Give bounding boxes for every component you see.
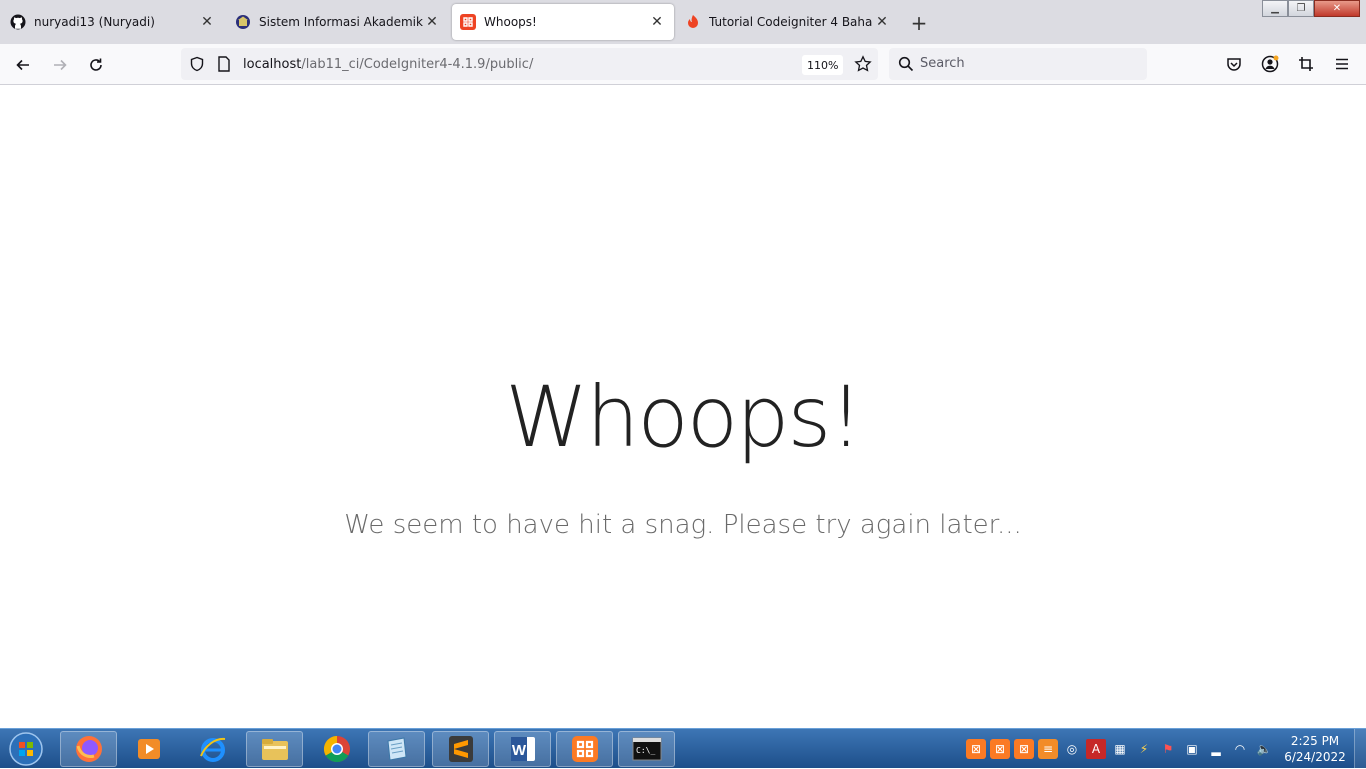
tab-tutorial[interactable]: Tutorial Codeigniter 4 Bahasa In ✕	[677, 4, 899, 40]
xampp-icon	[571, 736, 598, 762]
notepad-icon	[386, 737, 407, 761]
tab-label: Sistem Informasi Akademik	[259, 15, 423, 29]
taskbar-xampp[interactable]	[556, 731, 613, 767]
taskbar-clock[interactable]: 2:25 PM 6/24/2022	[1283, 733, 1347, 765]
taskbar-word[interactable]: W	[494, 731, 551, 767]
clock-time: 2:25 PM	[1290, 734, 1340, 748]
hamburger-menu-icon	[1336, 58, 1348, 70]
url-host: localhost	[243, 56, 302, 72]
show-desktop-button[interactable]	[1354, 729, 1366, 769]
tab-whoops[interactable]: Whoops! ✕	[452, 4, 674, 40]
taskbar-media-player[interactable]	[120, 731, 177, 767]
reload-button[interactable]	[83, 52, 109, 78]
pocket-icon	[1227, 58, 1241, 71]
search-icon	[898, 56, 914, 76]
sublime-text-icon	[448, 736, 473, 762]
extensions-button[interactable]	[1294, 52, 1318, 76]
word-icon: W	[510, 737, 535, 761]
page-title: Whoops!	[505, 368, 863, 466]
close-icon[interactable]: ✕	[648, 13, 666, 31]
action-center-tray-icon[interactable]: ⚑	[1158, 739, 1178, 759]
minimize-button[interactable]: ▁	[1262, 0, 1288, 17]
search-bar[interactable]: Search	[889, 48, 1147, 80]
close-window-button[interactable]: ✕	[1314, 0, 1360, 17]
taskbar-command-prompt[interactable]: C:\_	[618, 731, 675, 767]
shield-icon[interactable]	[189, 56, 205, 76]
account-button[interactable]	[1258, 52, 1282, 76]
tab-strip: nuryadi13 (Nuryadi) ✕ Sistem Informasi A…	[0, 0, 1366, 44]
power-tray-icon[interactable]: ⚡	[1134, 739, 1154, 759]
maximize-button[interactable]: ❐	[1288, 0, 1314, 17]
github-icon	[10, 14, 26, 30]
xampp-tray-icon[interactable]: ⊠	[966, 739, 986, 759]
codeigniter-icon	[460, 14, 476, 30]
navigation-toolbar: localhost/lab11_ci/CodeIgniter4-4.1.9/pu…	[0, 44, 1366, 85]
pocket-button[interactable]	[1222, 52, 1246, 76]
svg-text:C:\_: C:\_	[636, 746, 655, 755]
wifi-tray-icon[interactable]: ◠	[1230, 739, 1250, 759]
chrome-icon	[323, 735, 350, 763]
taskbar-notepad[interactable]	[368, 731, 425, 767]
taskbar-explorer[interactable]	[246, 731, 303, 767]
error-message: We seem to have hit a snag. Please try a…	[344, 510, 1022, 540]
svg-text:W: W	[511, 742, 526, 759]
search-tray-icon[interactable]: ◎	[1062, 739, 1082, 759]
volume-tray-icon[interactable]: 🔈	[1254, 739, 1274, 759]
reload-icon	[90, 58, 102, 71]
tab-label: Tutorial Codeigniter 4 Bahasa In	[709, 15, 873, 29]
terminal-icon: C:\_	[632, 737, 661, 761]
system-tray: ⊠ ⊠ ⊠ ≡ ◎ A ▦ ⚡ ⚑ ▣ ▂ ◠ 🔈	[966, 739, 1274, 759]
close-icon[interactable]: ✕	[423, 13, 441, 31]
codeigniter-icon	[685, 14, 701, 30]
tab-github[interactable]: nuryadi13 (Nuryadi) ✕	[2, 4, 224, 40]
page-content: Whoops! We seem to have hit a snag. Plea…	[0, 85, 1366, 728]
zoom-indicator[interactable]: 110%	[802, 55, 844, 75]
taskbar-chrome[interactable]	[308, 731, 365, 767]
search-input[interactable]: Search	[920, 56, 965, 71]
taskbar-internet-explorer[interactable]	[184, 731, 241, 767]
display-tray-icon[interactable]: ▦	[1110, 739, 1130, 759]
taskbar-firefox[interactable]	[60, 731, 117, 767]
xampp-tray-icon[interactable]: ⊠	[1014, 739, 1034, 759]
url-text[interactable]: localhost/lab11_ci/CodeIgniter4-4.1.9/pu…	[243, 57, 533, 72]
window-controls: ▁ ❐ ✕	[1262, 0, 1360, 17]
star-icon[interactable]	[854, 55, 872, 77]
url-path: /lab11_ci/CodeIgniter4-4.1.9/public/	[301, 56, 534, 72]
back-button[interactable]	[10, 52, 36, 78]
notification-tray-icon[interactable]: ≡	[1038, 739, 1058, 759]
taskbar-sublime[interactable]	[432, 731, 489, 767]
url-bar[interactable]: localhost/lab11_ci/CodeIgniter4-4.1.9/pu…	[181, 48, 878, 80]
removable-device-tray-icon[interactable]: ▣	[1182, 739, 1202, 759]
crop-icon	[1299, 57, 1313, 71]
firefox-icon	[75, 736, 102, 762]
forward-button[interactable]	[47, 52, 73, 78]
university-icon	[235, 14, 251, 30]
close-icon[interactable]: ✕	[198, 13, 216, 31]
account-icon	[1261, 55, 1279, 73]
close-icon[interactable]: ✕	[873, 13, 891, 31]
tab-siakad[interactable]: Sistem Informasi Akademik ✕	[227, 4, 449, 40]
windows-orb-icon	[9, 732, 43, 766]
tab-label: nuryadi13 (Nuryadi)	[34, 15, 155, 29]
acrobat-tray-icon[interactable]: A	[1086, 739, 1106, 759]
signal-tray-icon[interactable]: ▂	[1206, 739, 1226, 759]
clock-date: 6/24/2022	[1284, 750, 1346, 764]
folder-icon	[261, 739, 288, 760]
play-icon	[137, 739, 160, 759]
menu-button[interactable]	[1330, 52, 1354, 76]
tab-label: Whoops!	[484, 15, 537, 29]
page-icon[interactable]	[217, 56, 231, 76]
new-tab-button[interactable]: +	[908, 11, 930, 35]
taskbar: W C:\_ ⊠ ⊠ ⊠ ≡ ◎ A ▦ ⚡ ⚑ ▣ ▂ ◠ 🔈 2:25 PM…	[0, 728, 1366, 769]
arrow-left-icon	[16, 59, 29, 71]
internet-explorer-icon	[199, 737, 225, 762]
arrow-right-icon	[54, 59, 67, 71]
xampp-tray-icon[interactable]: ⊠	[990, 739, 1010, 759]
start-button[interactable]	[4, 731, 48, 767]
